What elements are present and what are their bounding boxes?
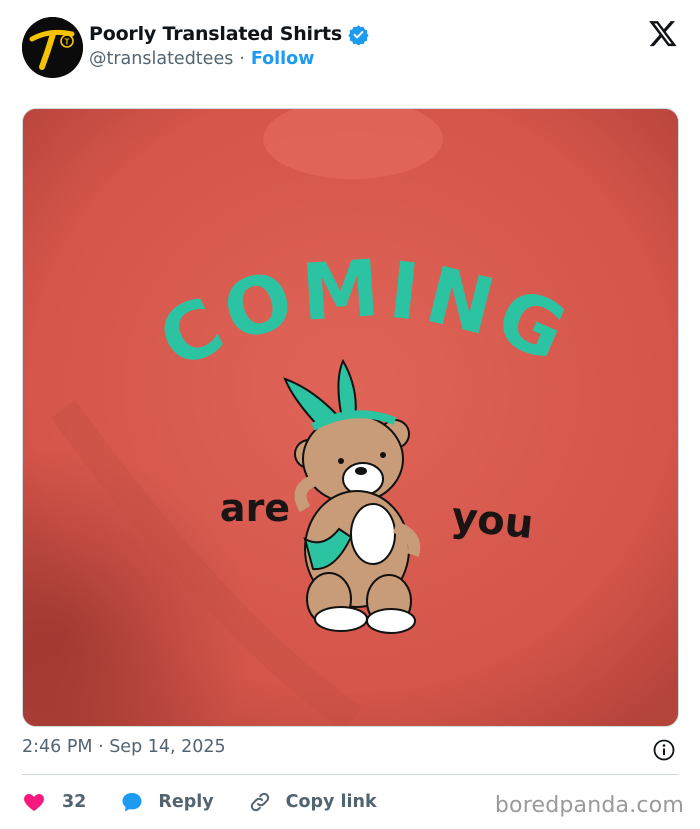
boredpanda-watermark: boredpanda.com (494, 793, 684, 818)
reply-button[interactable]: Reply (120, 790, 214, 814)
heart-icon (24, 794, 44, 811)
reply-label: Reply (158, 792, 214, 812)
divider (22, 774, 679, 775)
handle-row: @translatedtees · Follow (89, 49, 314, 69)
info-icon[interactable] (652, 738, 676, 762)
display-name[interactable]: Poorly Translated Shirts (89, 23, 342, 45)
link-icon (250, 792, 269, 812)
copy-link-button[interactable]: Copy link (248, 790, 377, 814)
post-image[interactable]: COMING are you (22, 108, 679, 727)
translatedtees-logo-icon: T (22, 17, 83, 78)
x-logo-icon[interactable] (648, 18, 678, 48)
speech-bubble-icon (122, 793, 142, 812)
like-count: 32 (62, 792, 87, 812)
post-timestamp[interactable]: 2:46 PM · Sep 14, 2025 (22, 737, 226, 757)
shirt-word-are: are (220, 486, 290, 530)
handle[interactable]: @translatedtees (89, 49, 233, 69)
shirt-word-you: you (449, 494, 535, 548)
svg-text:T: T (65, 38, 70, 47)
avatar[interactable]: T (22, 17, 83, 78)
like-button[interactable]: 32 (22, 790, 86, 814)
name-row: Poorly Translated Shirts (89, 23, 369, 45)
verified-badge-icon (348, 24, 369, 45)
post-header: T Poorly Translated Shirts @translatedte… (22, 14, 682, 80)
action-bar: 32 Reply Copy link (22, 787, 411, 817)
copy-link-label: Copy link (285, 792, 377, 812)
follow-button[interactable]: Follow (251, 49, 314, 69)
shirt-photo: COMING are you (23, 109, 678, 726)
separator: · (239, 49, 245, 69)
